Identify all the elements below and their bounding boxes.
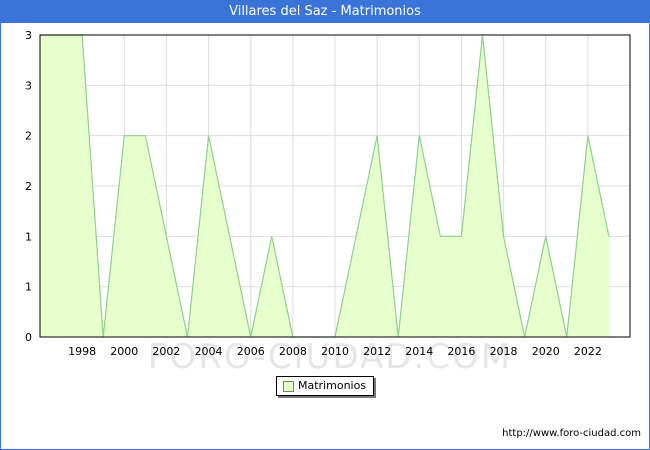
x-tick-label: 2020 xyxy=(532,345,560,358)
x-tick-label: 2006 xyxy=(237,345,265,358)
x-tick-label: 2010 xyxy=(321,345,349,358)
y-tick-label: 2 xyxy=(25,130,32,143)
x-tick-label: 2022 xyxy=(574,345,602,358)
y-tick-label: 1 xyxy=(25,281,32,294)
source-url: http://www.foro-ciudad.com xyxy=(502,428,641,439)
x-tick-label: 2008 xyxy=(279,345,307,358)
x-tick-label: 2002 xyxy=(152,345,180,358)
legend-swatch-matrimonios xyxy=(283,381,294,392)
legend-label-matrimonios: Matrimonios xyxy=(298,379,367,392)
x-tick-label: 2016 xyxy=(447,345,475,358)
legend: Matrimonios xyxy=(276,376,374,396)
x-tick-label: 2018 xyxy=(490,345,518,358)
x-tick-label: 2012 xyxy=(363,345,391,358)
x-tick-label: 2000 xyxy=(110,345,138,358)
x-tick-label: 1998 xyxy=(68,345,96,358)
y-tick-label: 2 xyxy=(25,180,32,193)
y-tick-label: 1 xyxy=(25,230,32,243)
x-tick-label: 2004 xyxy=(195,345,223,358)
x-tick-label: 2014 xyxy=(405,345,433,358)
y-tick-label: 3 xyxy=(25,79,32,92)
y-axis-ticks: 0 1 1 2 2 3 3 xyxy=(25,29,32,344)
y-tick-label: 0 xyxy=(25,331,32,344)
y-tick-label: 3 xyxy=(25,29,32,42)
